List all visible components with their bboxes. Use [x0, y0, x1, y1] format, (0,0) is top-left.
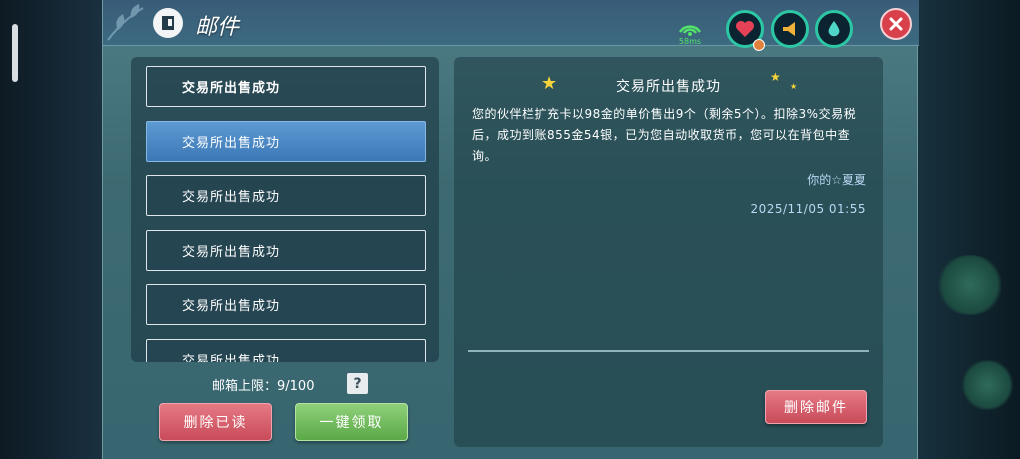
mail-date: 2025/11/05 01:55 [750, 202, 866, 216]
water-drop-icon [828, 21, 840, 37]
mail-sender: 你的☆夏夏 [807, 173, 866, 187]
mail-subject: 交易所出售成功 [182, 190, 281, 205]
water-status-button[interactable] [815, 10, 853, 48]
wifi-signal-icon [678, 25, 702, 36]
mail-subject: 交易所出售成功 [182, 81, 281, 96]
delete-mail-button[interactable]: 删除邮件 [765, 390, 867, 424]
heart-icon [736, 21, 754, 37]
list-item[interactable]: 交易所出售成功 [146, 66, 426, 107]
mail-title: 交易所出售成功 [616, 79, 721, 95]
mail-subject: 交易所出售成功 [182, 245, 281, 260]
side-drawer-handle[interactable] [12, 24, 18, 82]
trumpet-status-button[interactable] [771, 10, 809, 48]
background-foliage [935, 255, 1005, 315]
divider [468, 350, 869, 352]
close-button[interactable] [880, 8, 912, 40]
claim-all-button[interactable]: 一键领取 [295, 403, 408, 441]
mailbox-limit: 邮箱上限：9/100 [212, 379, 315, 394]
mail-body: 您的伙伴栏扩充卡以98金的单价售出9个（剩余5个）。扣除3%交易税后，成功到账8… [472, 107, 857, 163]
list-item[interactable]: 交易所出售成功 [146, 284, 426, 325]
mail-icon [153, 8, 183, 38]
ping-label: 58ms [678, 37, 702, 46]
notification-badge [753, 39, 765, 51]
delete-read-button[interactable]: 删除已读 [159, 403, 272, 441]
trumpet-icon [783, 22, 795, 36]
mail-subject: 交易所出售成功 [182, 136, 281, 151]
network-ping: 58ms [673, 18, 707, 46]
page-title: 邮件 [195, 15, 240, 40]
mail-subject: 交易所出售成功 [182, 299, 281, 314]
mail-window: 邮件 58ms 交易所出售成功 交易所出售成功 交易所出售成功 交易所出售成功 … [102, 0, 919, 459]
close-icon [889, 17, 903, 31]
list-item-selected[interactable]: 交易所出售成功 [146, 121, 426, 162]
mail-list[interactable]: 交易所出售成功 交易所出售成功 交易所出售成功 交易所出售成功 交易所出售成功 … [131, 57, 439, 362]
list-item[interactable]: 交易所出售成功 [146, 175, 426, 216]
help-button[interactable]: ? [347, 373, 368, 394]
mail-subject: 交易所出售成功 [182, 354, 281, 362]
mail-detail: ★ ★ ★ 交易所出售成功 您的伙伴栏扩充卡以98金的单价售出9个（剩余5个）。… [454, 57, 883, 447]
background-foliage [960, 360, 1015, 410]
list-item[interactable]: 交易所出售成功 [146, 339, 426, 362]
mail-titlebar: 邮件 58ms [103, 0, 919, 51]
list-item[interactable]: 交易所出售成功 [146, 230, 426, 271]
heart-status-button[interactable] [726, 10, 765, 51]
